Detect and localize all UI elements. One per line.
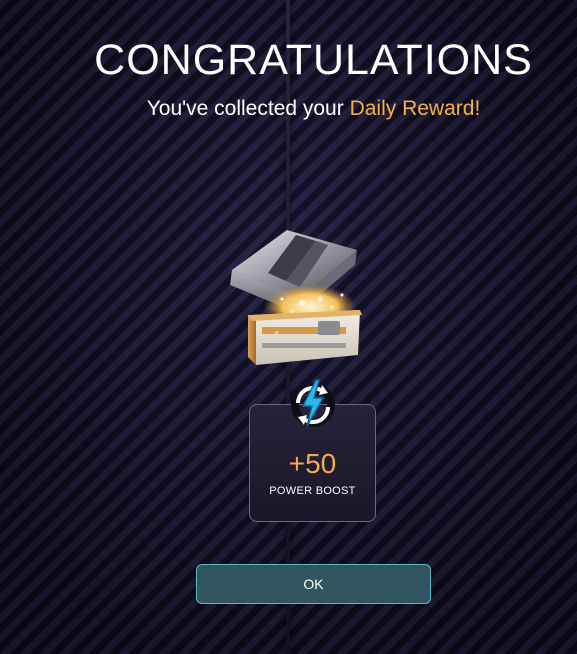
subtitle-highlight: Daily Reward!	[349, 97, 481, 120]
ok-button-label: OK	[303, 576, 324, 592]
dialog-title: CONGRATULATIONS	[94, 36, 533, 84]
power-boost-icon	[291, 379, 335, 427]
dialog-subtitle: You've collected your Daily Reward!	[0, 97, 577, 121]
subtitle-text: You've collected your	[146, 97, 350, 120]
svg-text:»: »	[274, 328, 279, 337]
reward-amount: +50	[288, 448, 337, 479]
reward-label: POWER BOOST	[269, 485, 356, 497]
treasure-chest-icon: »	[230, 230, 362, 365]
ok-button[interactable]: OK	[196, 564, 431, 604]
